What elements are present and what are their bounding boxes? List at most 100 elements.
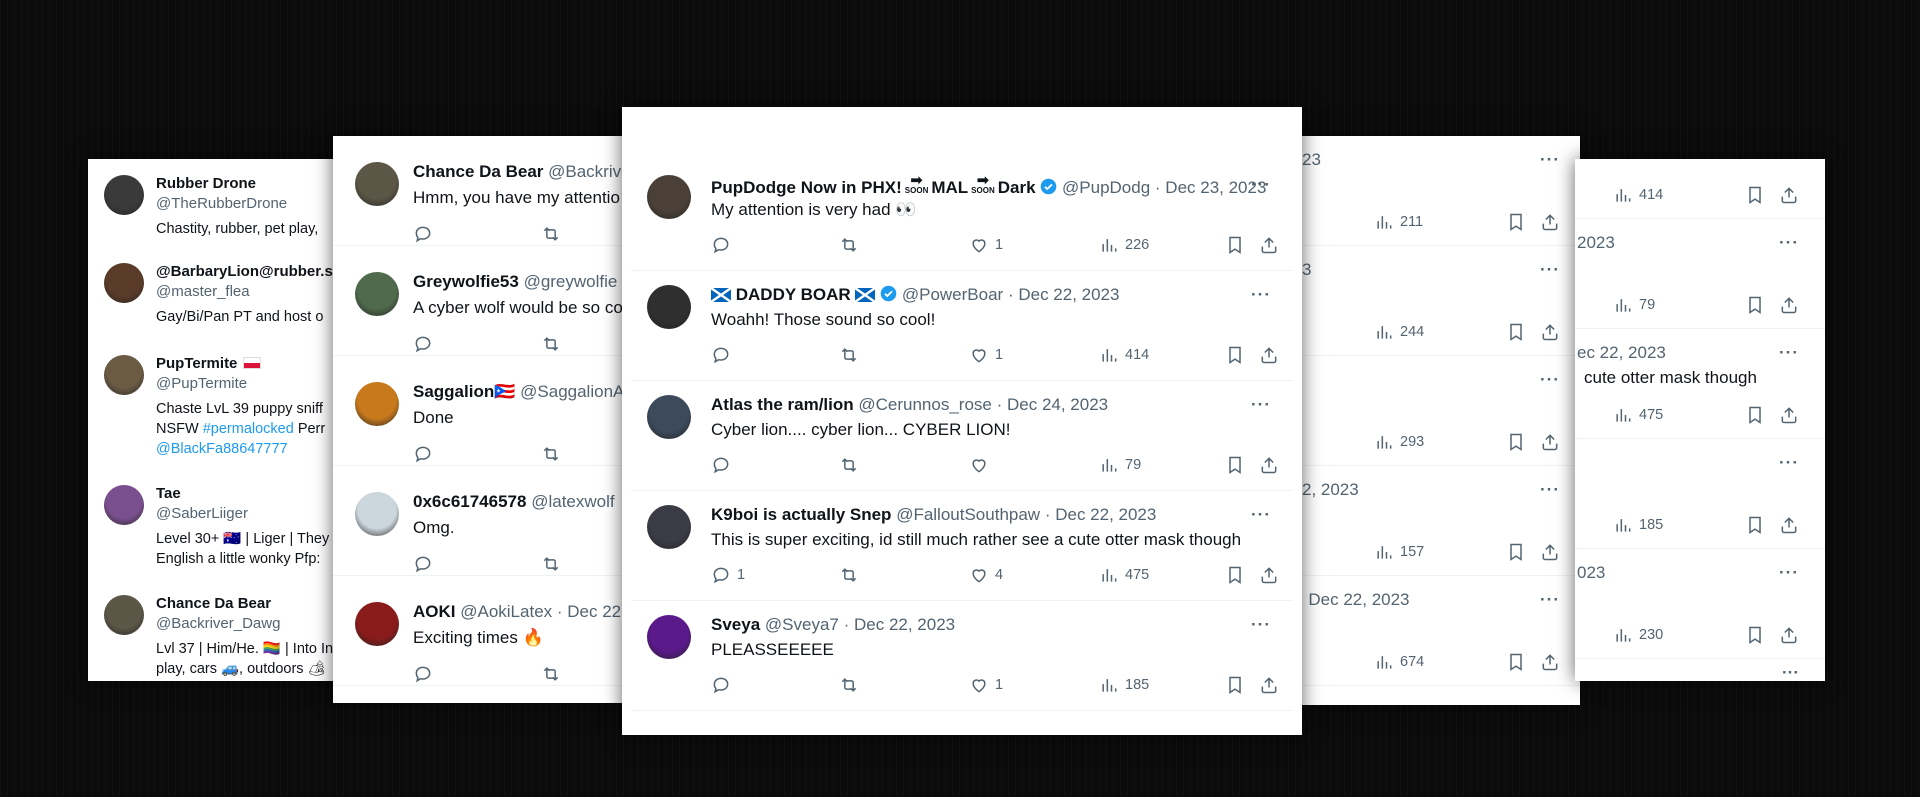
views-button[interactable]: 674 [1374, 652, 1424, 672]
reply-button[interactable] [413, 224, 433, 244]
share-button[interactable] [1540, 432, 1560, 452]
user-handle[interactable]: @SaberLiiger [156, 505, 248, 522]
user-name[interactable]: @BarbaryLion@rubber.sc [156, 263, 341, 280]
tweet-date[interactable]: 023 [1577, 563, 1605, 583]
views-button[interactable]: 79 [1613, 295, 1655, 315]
tweet[interactable]: 2023 ··· 79 [1575, 219, 1825, 329]
views-button[interactable]: 293 [1374, 432, 1424, 452]
share-button[interactable] [1259, 455, 1279, 475]
avatar[interactable] [647, 285, 691, 329]
more-options-button[interactable]: ··· [1540, 260, 1560, 280]
author-handle[interactable]: @FalloutSouthpaw [896, 505, 1040, 524]
tweet-date[interactable]: 23 [1302, 150, 1321, 170]
more-options-button[interactable]: ··· [1540, 370, 1560, 390]
like-button[interactable]: 1 [969, 675, 1003, 695]
tweet[interactable]: Greywolfie53 @greywolfie A cyber wolf wou… [333, 246, 633, 356]
avatar[interactable] [355, 272, 399, 316]
avatar[interactable] [104, 595, 144, 635]
tweet-date[interactable]: 3 [1302, 260, 1311, 280]
tweet[interactable]: 2, 2023 ··· 157 [1290, 466, 1580, 576]
author-name[interactable]: Greywolfie53 [413, 272, 519, 291]
avatar[interactable] [104, 485, 144, 525]
author-name[interactable]: K9boi is actually Snep [711, 505, 891, 524]
bookmark-button[interactable] [1506, 542, 1526, 562]
reply-button[interactable] [413, 664, 433, 684]
reply-button[interactable] [413, 444, 433, 464]
tweet-date[interactable]: ec 22, 2023 [1577, 343, 1666, 363]
tweet[interactable]: 023 ··· 230 [1575, 549, 1825, 659]
views-button[interactable]: 185 [1613, 515, 1663, 535]
tweet[interactable]: K9boi is actually Snep @FalloutSouthpaw … [631, 491, 1293, 601]
like-button[interactable]: 4 [969, 565, 1003, 585]
share-button[interactable] [1540, 542, 1560, 562]
avatar[interactable] [104, 355, 144, 395]
share-button[interactable] [1779, 185, 1799, 205]
more-options-button[interactable]: ··· [1251, 505, 1271, 525]
author-name[interactable]: 0x6c61746578 [413, 492, 526, 511]
tweet[interactable]: 0x6c61746578 @latexwolf Omg. [333, 466, 633, 576]
user-handle[interactable]: @TheRubberDrone [156, 195, 287, 212]
views-button[interactable]: 244 [1374, 322, 1424, 342]
tweet[interactable]: DADDY BOAR @PowerBoar · Dec 22, 2023 ··· W… [631, 271, 1293, 381]
bookmark-button[interactable] [1225, 675, 1245, 695]
author-name[interactable]: Saggalion🇵🇷 [413, 382, 515, 401]
more-options-button[interactable]: ··· [1251, 285, 1271, 305]
views-button[interactable]: 475 [1613, 405, 1663, 425]
retweet-button[interactable] [839, 455, 859, 475]
avatar[interactable] [355, 492, 399, 536]
retweet-button[interactable] [839, 345, 859, 365]
avatar[interactable] [647, 175, 691, 219]
share-button[interactable] [1779, 405, 1799, 425]
more-options-button[interactable]: ··· [1251, 395, 1271, 415]
views-button[interactable]: 414 [1099, 345, 1149, 365]
tweet[interactable]: · Dec 22, 2023 ··· 674 [1290, 576, 1580, 686]
retweet-button[interactable] [541, 444, 561, 464]
share-button[interactable] [1779, 625, 1799, 645]
tweet-date[interactable]: · Dec 22, 2023 [1045, 505, 1157, 524]
user-name[interactable]: Rubber Drone [156, 175, 256, 192]
tweet-date[interactable]: 2, 2023 [1302, 480, 1359, 500]
bookmark-button[interactable] [1745, 295, 1765, 315]
bookmark-button[interactable] [1506, 432, 1526, 452]
more-options-button[interactable]: ··· [1251, 615, 1271, 635]
reply-button[interactable] [711, 455, 731, 475]
like-button[interactable]: 1 [969, 345, 1003, 365]
author-name[interactable]: AOKI [413, 602, 456, 621]
tweet[interactable]: Sveya @Sveya7 · Dec 22, 2023 ··· PLEASSEEE… [631, 601, 1293, 711]
bookmark-button[interactable] [1506, 322, 1526, 342]
author-name[interactable]: Atlas the ram/lion [711, 395, 854, 414]
bookmark-button[interactable] [1745, 405, 1765, 425]
more-options-button[interactable]: ··· [1782, 663, 1799, 681]
tweet-date[interactable]: · Dec 22, 2023 [1298, 590, 1410, 610]
share-button[interactable] [1779, 515, 1799, 535]
bookmark-button[interactable] [1225, 565, 1245, 585]
like-button[interactable] [969, 455, 989, 475]
retweet-button[interactable] [839, 675, 859, 695]
tweet[interactable]: PupDodge Now in PHX! ➡ SOON MAL ➡ SOON Dark @P… [631, 161, 1293, 271]
avatar[interactable] [355, 382, 399, 426]
bookmark-button[interactable] [1506, 212, 1526, 232]
views-button[interactable]: 157 [1374, 542, 1424, 562]
bookmark-button[interactable] [1745, 185, 1765, 205]
tweet[interactable]: ··· 293 [1290, 356, 1580, 466]
tweet[interactable]: Chance Da Bear @Backrive Hmm, you have my… [333, 136, 633, 246]
tweet[interactable]: 23 ··· 211 [1290, 136, 1580, 246]
reply-button[interactable] [413, 554, 433, 574]
share-button[interactable] [1259, 235, 1279, 255]
author-handle[interactable]: @PupDodg [1062, 178, 1150, 197]
tweet[interactable]: Saggalion🇵🇷 @SaggalionA Done [333, 356, 633, 466]
like-button[interactable]: 1 [969, 235, 1003, 255]
author-name[interactable]: DADDY BOAR [710, 285, 897, 304]
author-handle[interactable]: @greywolfie [524, 272, 618, 291]
tweet-date[interactable]: · Dec 24, 2023 [997, 395, 1109, 414]
author-name[interactable]: Sveya [711, 615, 760, 634]
tweet[interactable]: 3 ··· 244 [1290, 246, 1580, 356]
share-button[interactable] [1540, 652, 1560, 672]
retweet-button[interactable] [541, 554, 561, 574]
more-options-button[interactable]: ··· [1779, 343, 1799, 363]
more-options-button[interactable]: ··· [1779, 233, 1799, 253]
retweet-button[interactable] [541, 334, 561, 354]
retweet-button[interactable] [839, 565, 859, 585]
user-name[interactable]: Chance Da Bear [156, 595, 271, 612]
author-handle[interactable]: @latexwolf [531, 492, 614, 511]
